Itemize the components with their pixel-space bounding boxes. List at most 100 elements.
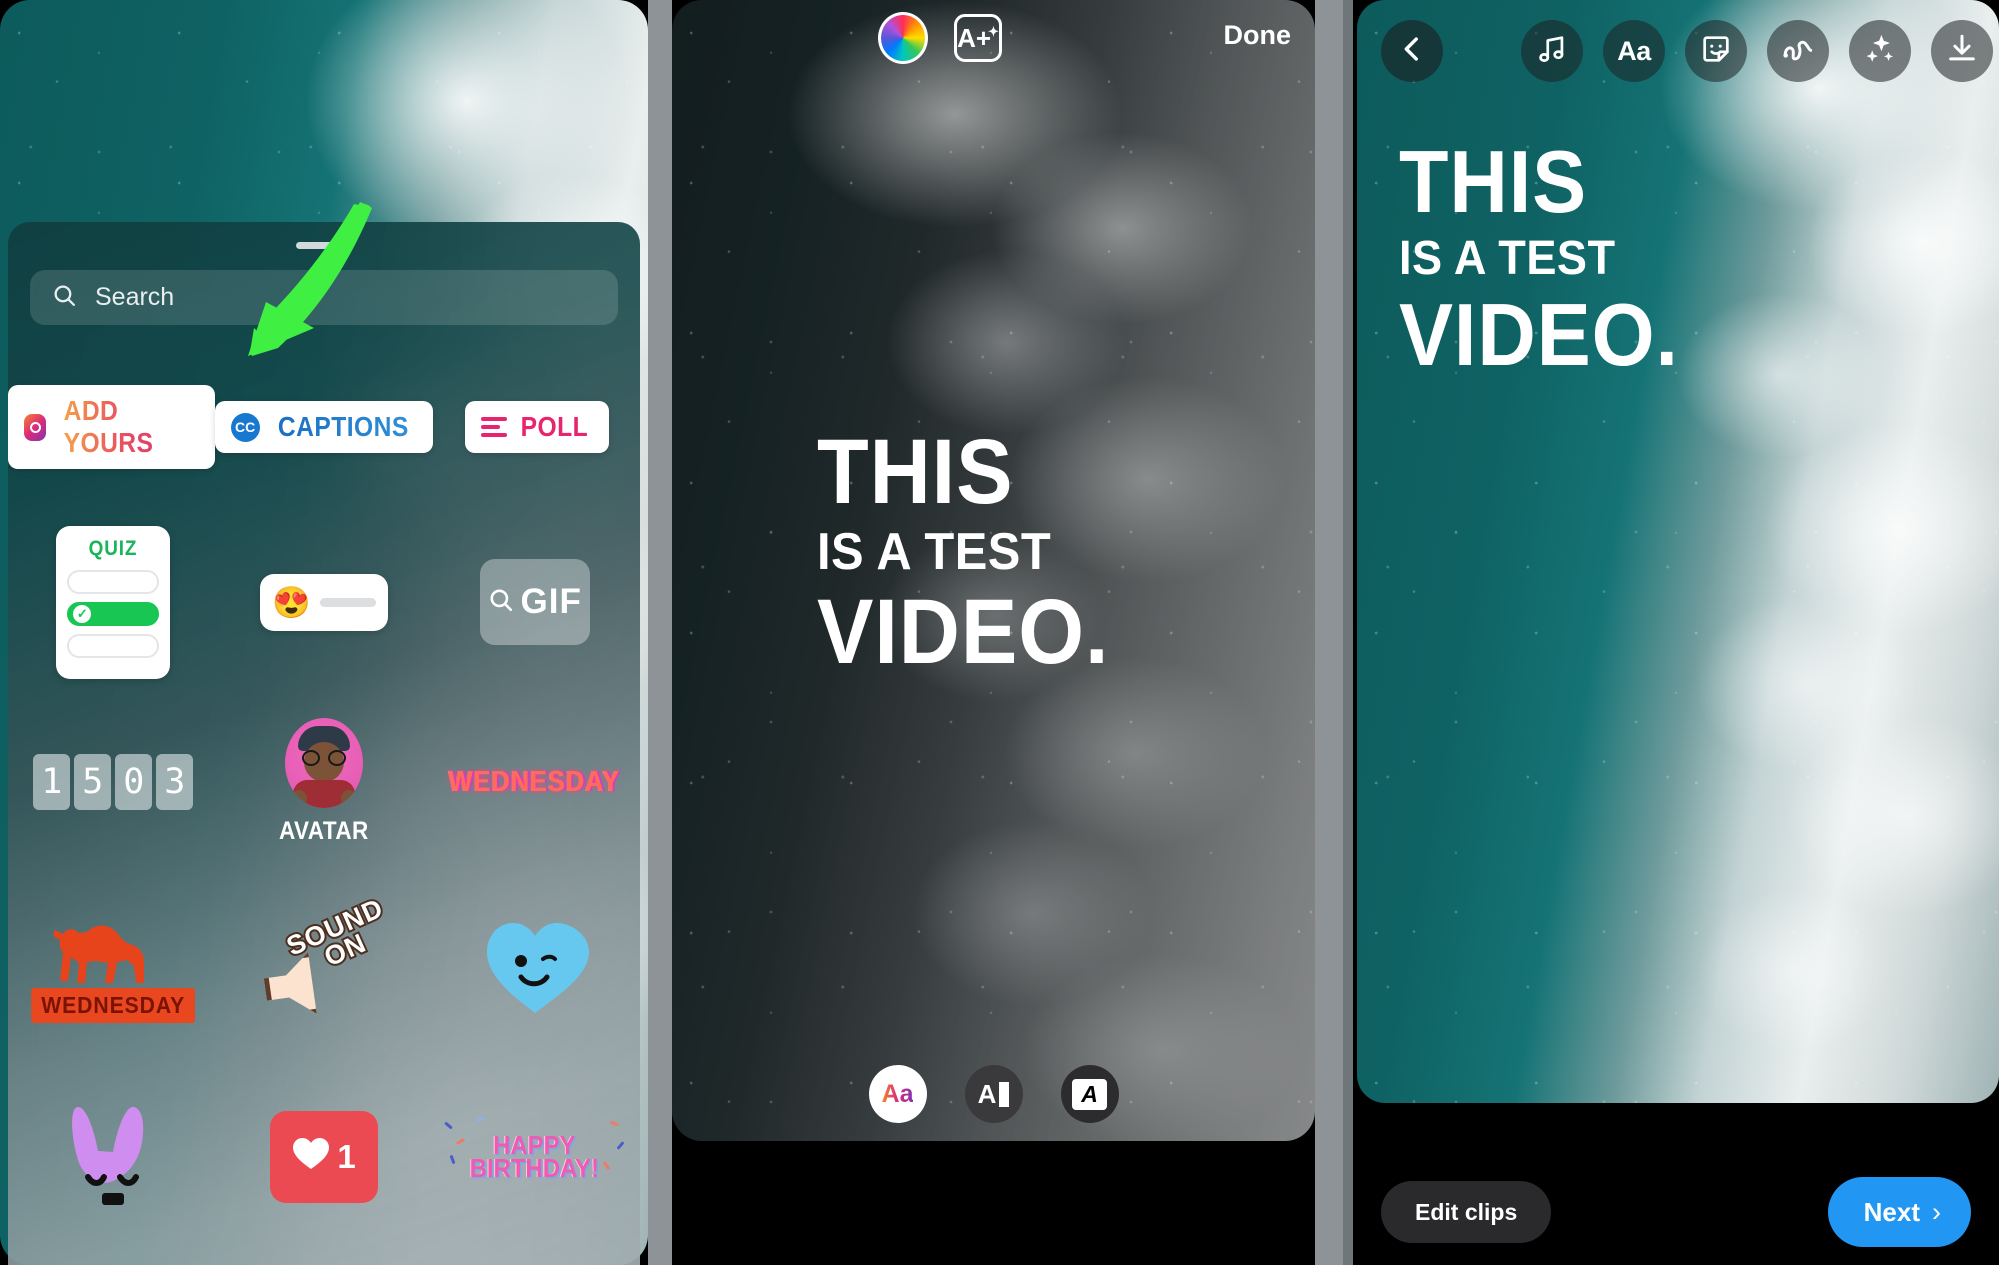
story-text-line2: IS A TEST	[817, 523, 1052, 582]
happy-birthday-sticker[interactable]: HAPPY BIRTHDAY!	[444, 1116, 625, 1181]
download-icon	[1945, 32, 1979, 71]
countdown-digits[interactable]: 1 5 0 3	[33, 754, 194, 810]
color-wheel-icon[interactable]	[878, 12, 928, 64]
sticker-countdown[interactable]: 1 5 0 3	[8, 692, 219, 872]
camel-sticker[interactable]: WEDNESDAY	[24, 912, 202, 1023]
chevron-left-icon	[1395, 32, 1429, 71]
heart-eyes-emoji-icon: 😍	[272, 584, 311, 620]
text-editor-toolbar: A+ ✦ Done	[672, 8, 1315, 70]
story-text-overlay[interactable]: THIS IS A TEST VIDEO.	[1399, 132, 1703, 384]
text-effects-button[interactable]: A+ ✦	[954, 14, 1002, 62]
text-align-label: A	[977, 1078, 997, 1109]
sticker-quiz[interactable]: QUIZ	[8, 512, 219, 692]
heart-icon	[292, 1136, 330, 1178]
back-button[interactable]	[1381, 20, 1443, 82]
music-button[interactable]	[1521, 20, 1583, 82]
chevron-right-icon: ›	[1932, 1196, 1941, 1227]
sheet-grabber-handle[interactable]	[296, 242, 352, 249]
effects-button[interactable]	[1849, 20, 1911, 82]
story-text-line1: THIS	[1399, 132, 1588, 231]
text-editor-panel: A+ ✦ Done THIS IS A TEST VIDEO. Aa A A	[672, 0, 1315, 1265]
poll-label: POLL	[520, 411, 588, 442]
sticker-avatar[interactable]: AVATAR	[219, 692, 430, 872]
wednesday-neon-label: WEDNESDAY	[448, 765, 621, 798]
sticker-row: QUIZ 😍	[8, 512, 640, 692]
like-counter-sticker[interactable]: 1	[270, 1111, 378, 1203]
sticker-blue-heart[interactable]	[429, 872, 640, 1062]
sticker-wednesday-neon[interactable]: WEDNESDAY	[429, 692, 640, 872]
sticker-poll[interactable]: POLL	[433, 342, 640, 512]
sticker-row: ADD YOURS CC CAPTIONS POLL	[8, 342, 640, 512]
sticker-camel-wednesday[interactable]: WEDNESDAY	[8, 872, 219, 1062]
add-yours-label: ADD YOURS	[64, 395, 190, 459]
story-text-line1: THIS	[817, 421, 1014, 523]
sticker-add-yours[interactable]: ADD YOURS	[8, 342, 215, 512]
countdown-digit: 1	[33, 754, 71, 810]
quiz-card[interactable]: QUIZ	[56, 525, 171, 679]
edit-clips-button[interactable]: Edit clips	[1381, 1181, 1552, 1243]
sparkles-icon	[1863, 32, 1897, 71]
draw-button[interactable]	[1767, 20, 1829, 82]
done-button[interactable]: Done	[1224, 20, 1292, 51]
quiz-option	[67, 633, 160, 658]
story-text-line2: IS A TEST	[1399, 232, 1616, 286]
story-bottom-bar: Edit clips Next ›	[1353, 1177, 1999, 1247]
poll-bars-icon	[480, 417, 507, 437]
sticker-purple-bunny[interactable]	[8, 1062, 219, 1252]
sticker-like-count[interactable]: 1	[219, 1062, 430, 1252]
sticker-row: 1 HAPPY BIRTHDAY!	[8, 1062, 640, 1252]
add-yours-pill[interactable]: ADD YOURS	[8, 385, 215, 469]
countdown-digit: 0	[115, 754, 153, 810]
screenshot-stage: Search ADD YOURS CC CAPTIONS POLL QUIZ ✓…	[0, 0, 1999, 1265]
slider-track[interactable]	[319, 597, 376, 607]
draw-squiggle-icon	[1781, 32, 1815, 71]
panel-divider	[648, 0, 672, 1265]
story-toolbar: Aa	[1353, 20, 1999, 90]
story-text-line3: VIDEO.	[1399, 284, 1679, 384]
save-button[interactable]	[1931, 20, 1993, 82]
captions-pill[interactable]: CC CAPTIONS	[214, 401, 434, 453]
sticker-smiley-icon	[1699, 32, 1733, 71]
text-highlight-chip[interactable]: A	[1060, 1065, 1119, 1123]
sticker-tray-sheet: Search ADD YOURS CC CAPTIONS POLL QUIZ ✓…	[8, 222, 640, 1265]
text-aa-icon: Aa	[1617, 35, 1651, 66]
gif-label: GIF	[520, 582, 582, 621]
avatar-image	[285, 718, 363, 808]
panel-divider-edge	[1343, 0, 1353, 1265]
sticker-gif[interactable]: GIF	[429, 512, 640, 692]
quiz-option	[67, 569, 160, 594]
search-input[interactable]: Search	[30, 270, 618, 325]
blue-heart-icon	[481, 915, 589, 1019]
text-highlight-label: A	[1072, 1078, 1107, 1110]
next-label: Next	[1863, 1196, 1920, 1227]
search-placeholder: Search	[95, 283, 175, 311]
sticker-tray-panel: Search ADD YOURS CC CAPTIONS POLL QUIZ ✓…	[0, 0, 648, 1265]
gif-button[interactable]: GIF	[479, 559, 590, 645]
camera-badge-icon	[24, 413, 47, 441]
font-style-classic-chip[interactable]: Aa	[868, 1065, 927, 1123]
sticker-button[interactable]	[1685, 20, 1747, 82]
text-align-toggle-chip[interactable]: A	[964, 1065, 1023, 1123]
search-icon	[488, 582, 514, 622]
sticker-captions[interactable]: CC CAPTIONS	[214, 342, 434, 512]
story-text-line3: VIDEO.	[817, 581, 1110, 684]
story-text-overlay[interactable]: THIS IS A TEST VIDEO.	[817, 421, 1135, 684]
like-count-label: 1	[337, 1138, 356, 1175]
text-button[interactable]: Aa	[1603, 20, 1665, 82]
poll-pill[interactable]: POLL	[464, 401, 609, 453]
text-effects-label: A+	[957, 22, 992, 53]
quiz-option-selected	[67, 601, 160, 626]
emoji-slider-card[interactable]: 😍	[260, 573, 388, 631]
sticker-sound-on[interactable]: SOUND ON	[219, 872, 430, 1062]
camel-wednesday-label: WEDNESDAY	[31, 987, 196, 1023]
text-style-chip-row: Aa A A	[672, 1065, 1315, 1127]
sticker-happy-birthday[interactable]: HAPPY BIRTHDAY!	[429, 1062, 640, 1252]
next-button[interactable]: Next ›	[1827, 1177, 1971, 1247]
sound-on-sticker[interactable]: SOUND ON	[259, 891, 390, 1022]
sticker-row: 1 5 0 3 AVATAR WEDNESDAY	[8, 692, 640, 872]
sound-on-label: SOUND ON	[280, 891, 390, 975]
story-preview-panel: Aa THIS IS A TEST VIDEO. Edit clips Next…	[1353, 0, 1999, 1265]
sticker-row: WEDNESDAY SOUND ON	[8, 872, 640, 1062]
avatar-sticker[interactable]: AVATAR	[274, 718, 374, 846]
sticker-emoji-slider[interactable]: 😍	[219, 512, 430, 692]
